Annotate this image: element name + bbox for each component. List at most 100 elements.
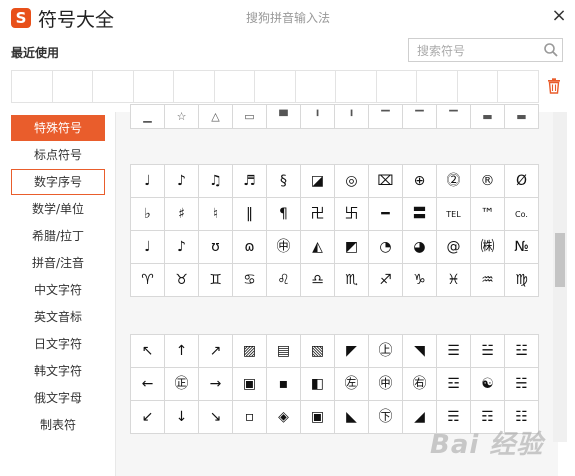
symbol-cell[interactable]: ↑	[165, 335, 199, 368]
symbol-cell[interactable]: ◭	[301, 231, 335, 264]
symbol-cell[interactable]: ♓	[437, 264, 471, 297]
recent-symbol-slot[interactable]	[336, 71, 377, 102]
symbol-cell[interactable]: ↘	[199, 401, 233, 434]
sidebar-item[interactable]: 希腊/拉丁	[11, 223, 105, 249]
symbol-cell[interactable]: ◈	[267, 401, 301, 434]
symbol-cell[interactable]: ♎	[301, 264, 335, 297]
symbol-cell[interactable]: ☰	[437, 335, 471, 368]
symbol-cell[interactable]: ㊦	[369, 401, 403, 434]
symbol-cell[interactable]: ╹	[301, 105, 335, 129]
recent-symbol-slot[interactable]	[458, 71, 499, 102]
sidebar-item[interactable]: 标点符号	[11, 142, 105, 168]
symbol-cell[interactable]: ◕	[403, 231, 437, 264]
symbol-cell[interactable]: ▔	[403, 105, 437, 129]
recent-symbol-slot[interactable]	[93, 71, 134, 102]
symbol-cell[interactable]: ☵	[505, 368, 539, 401]
symbol-cell[interactable]: ʊ	[199, 231, 233, 264]
symbol-cell[interactable]: ♭	[131, 198, 165, 231]
symbol-cell[interactable]: ▫	[233, 401, 267, 434]
symbol-cell[interactable]: ▔	[369, 105, 403, 129]
symbol-cell[interactable]: ♪	[165, 165, 199, 198]
symbol-cell[interactable]: ▪	[267, 368, 301, 401]
recent-symbol-slot[interactable]	[377, 71, 418, 102]
sidebar-item[interactable]: 中文字符	[11, 277, 105, 303]
symbol-cell[interactable]: ㊥	[267, 231, 301, 264]
sidebar-item[interactable]: 俄文字母	[11, 385, 105, 411]
symbol-cell[interactable]: ♋	[233, 264, 267, 297]
symbol-cell[interactable]: ↓	[165, 401, 199, 434]
symbol-cell[interactable]: Ø	[505, 165, 539, 198]
symbol-cell[interactable]: ☲	[437, 368, 471, 401]
symbol-cell[interactable]: ♐	[369, 264, 403, 297]
symbol-cell[interactable]: ▤	[267, 335, 301, 368]
symbol-cell[interactable]: ♩	[131, 231, 165, 264]
symbol-cell[interactable]: ◤	[335, 335, 369, 368]
symbol-cell[interactable]: ▧	[301, 335, 335, 368]
symbol-cell[interactable]: ↙	[131, 401, 165, 434]
symbol-cell[interactable]: 〓	[403, 198, 437, 231]
symbol-cell[interactable]: ━	[369, 198, 403, 231]
symbol-cell[interactable]: ㈱	[471, 231, 505, 264]
search-icon[interactable]	[543, 42, 559, 58]
symbol-cell[interactable]: ◣	[335, 401, 369, 434]
symbol-cell[interactable]: ♍	[505, 264, 539, 297]
symbol-cell[interactable]: ⓶	[437, 165, 471, 198]
symbol-cell[interactable]: ♌	[267, 264, 301, 297]
symbol-cell[interactable]: ♬	[233, 165, 267, 198]
symbol-cell[interactable]: ㊧	[335, 368, 369, 401]
scrollbar-thumb[interactable]	[555, 233, 565, 287]
recent-symbol-slot[interactable]	[174, 71, 215, 102]
symbol-cell[interactable]: ♯	[165, 198, 199, 231]
symbol-cell[interactable]: ‖	[233, 198, 267, 231]
symbol-cell[interactable]: ♮	[199, 198, 233, 231]
symbol-cell[interactable]: ▭	[233, 105, 267, 129]
symbol-cell[interactable]: ▬	[505, 105, 539, 129]
recent-symbol-slot[interactable]	[215, 71, 256, 102]
symbol-cell[interactable]: ♈	[131, 264, 165, 297]
recent-symbol-slot[interactable]	[12, 71, 53, 102]
symbol-cell[interactable]: ♩	[131, 165, 165, 198]
symbol-cell[interactable]: ㊤	[369, 335, 403, 368]
symbol-cell[interactable]: △	[199, 105, 233, 129]
symbol-cell[interactable]: ◧	[301, 368, 335, 401]
symbol-cell[interactable]: @	[437, 231, 471, 264]
symbol-cell[interactable]: ☳	[505, 335, 539, 368]
recent-symbol-slot[interactable]	[53, 71, 94, 102]
symbol-cell[interactable]: ♏	[335, 264, 369, 297]
symbol-cell[interactable]: №	[505, 231, 539, 264]
recent-symbol-slot[interactable]	[417, 71, 458, 102]
symbol-cell[interactable]: ☱	[471, 335, 505, 368]
close-button[interactable]: ×	[549, 6, 569, 26]
sidebar-item[interactable]: 特殊符号	[11, 115, 105, 141]
sidebar-item[interactable]: 数学/单位	[11, 196, 105, 222]
search-input[interactable]	[415, 40, 544, 62]
symbol-cell[interactable]: ⌧	[369, 165, 403, 198]
symbol-cell[interactable]: ⊕	[403, 165, 437, 198]
symbol-cell[interactable]: ☆	[165, 105, 199, 129]
symbol-cell[interactable]: ◪	[301, 165, 335, 198]
symbol-cell[interactable]: ↗	[199, 335, 233, 368]
symbol-cell[interactable]: ®	[471, 165, 505, 198]
symbol-cell[interactable]: Co.	[505, 198, 539, 231]
sidebar-item[interactable]: 英文音标	[11, 304, 105, 330]
symbol-cell[interactable]: ↖	[131, 335, 165, 368]
recent-symbol-slot[interactable]	[255, 71, 296, 102]
sidebar-item[interactable]: 韩文字符	[11, 358, 105, 384]
symbol-cell[interactable]: ¶	[267, 198, 301, 231]
symbol-cell[interactable]: ←	[131, 368, 165, 401]
symbol-cell[interactable]: ▣	[301, 401, 335, 434]
symbol-cell[interactable]: ▔	[437, 105, 471, 129]
symbol-cell[interactable]: ◎	[335, 165, 369, 198]
symbol-cell[interactable]: §	[267, 165, 301, 198]
recent-symbol-slot[interactable]	[498, 71, 538, 102]
symbol-cell[interactable]: ☯	[471, 368, 505, 401]
symbol-cell[interactable]: ◥	[403, 335, 437, 368]
recent-symbol-slot[interactable]	[296, 71, 337, 102]
search-box[interactable]	[408, 38, 563, 62]
trash-icon[interactable]	[547, 78, 561, 94]
symbol-cell[interactable]: ♫	[199, 165, 233, 198]
symbol-cell[interactable]: ▀	[267, 105, 301, 129]
symbol-cell[interactable]: ♒	[471, 264, 505, 297]
symbol-cell[interactable]: ™	[471, 198, 505, 231]
symbol-cell[interactable]: ♪	[165, 231, 199, 264]
